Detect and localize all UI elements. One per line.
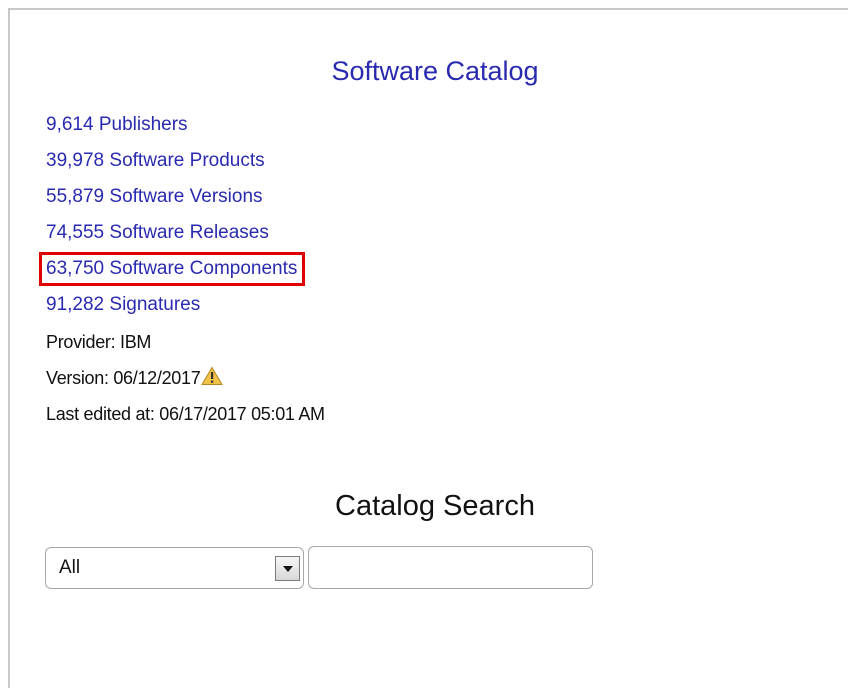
warning-icon bbox=[201, 365, 224, 395]
signatures-link[interactable]: 91,282 Signatures bbox=[46, 291, 325, 327]
chevron-down-icon bbox=[283, 566, 293, 572]
software-products-link[interactable]: 39,978 Software Products bbox=[46, 147, 325, 183]
dropdown-arrow-button[interactable] bbox=[275, 556, 300, 581]
last-edited-text: Last edited at: 06/17/2017 05:01 AM bbox=[46, 404, 325, 424]
search-scope-select[interactable]: All bbox=[45, 547, 304, 589]
catalog-search-title: Catalog Search bbox=[335, 490, 535, 522]
version-row: Version: 06/12/2017 bbox=[46, 363, 325, 399]
search-scope-value: All bbox=[59, 557, 81, 578]
software-versions-link[interactable]: 55,879 Software Versions bbox=[46, 183, 325, 219]
publishers-link[interactable]: 9,614 Publishers bbox=[46, 111, 325, 147]
software-releases-link[interactable]: 74,555 Software Releases bbox=[46, 219, 325, 255]
provider-text: Provider: IBM bbox=[46, 332, 152, 352]
catalog-title: Software Catalog bbox=[331, 56, 539, 86]
search-input[interactable] bbox=[308, 546, 593, 589]
version-text: Version: 06/12/2017 bbox=[46, 368, 201, 388]
software-components-link[interactable]: 63,750 Software Components bbox=[38, 252, 306, 286]
catalog-stats: 9,614 Publishers 39,978 Software Product… bbox=[38, 111, 325, 435]
